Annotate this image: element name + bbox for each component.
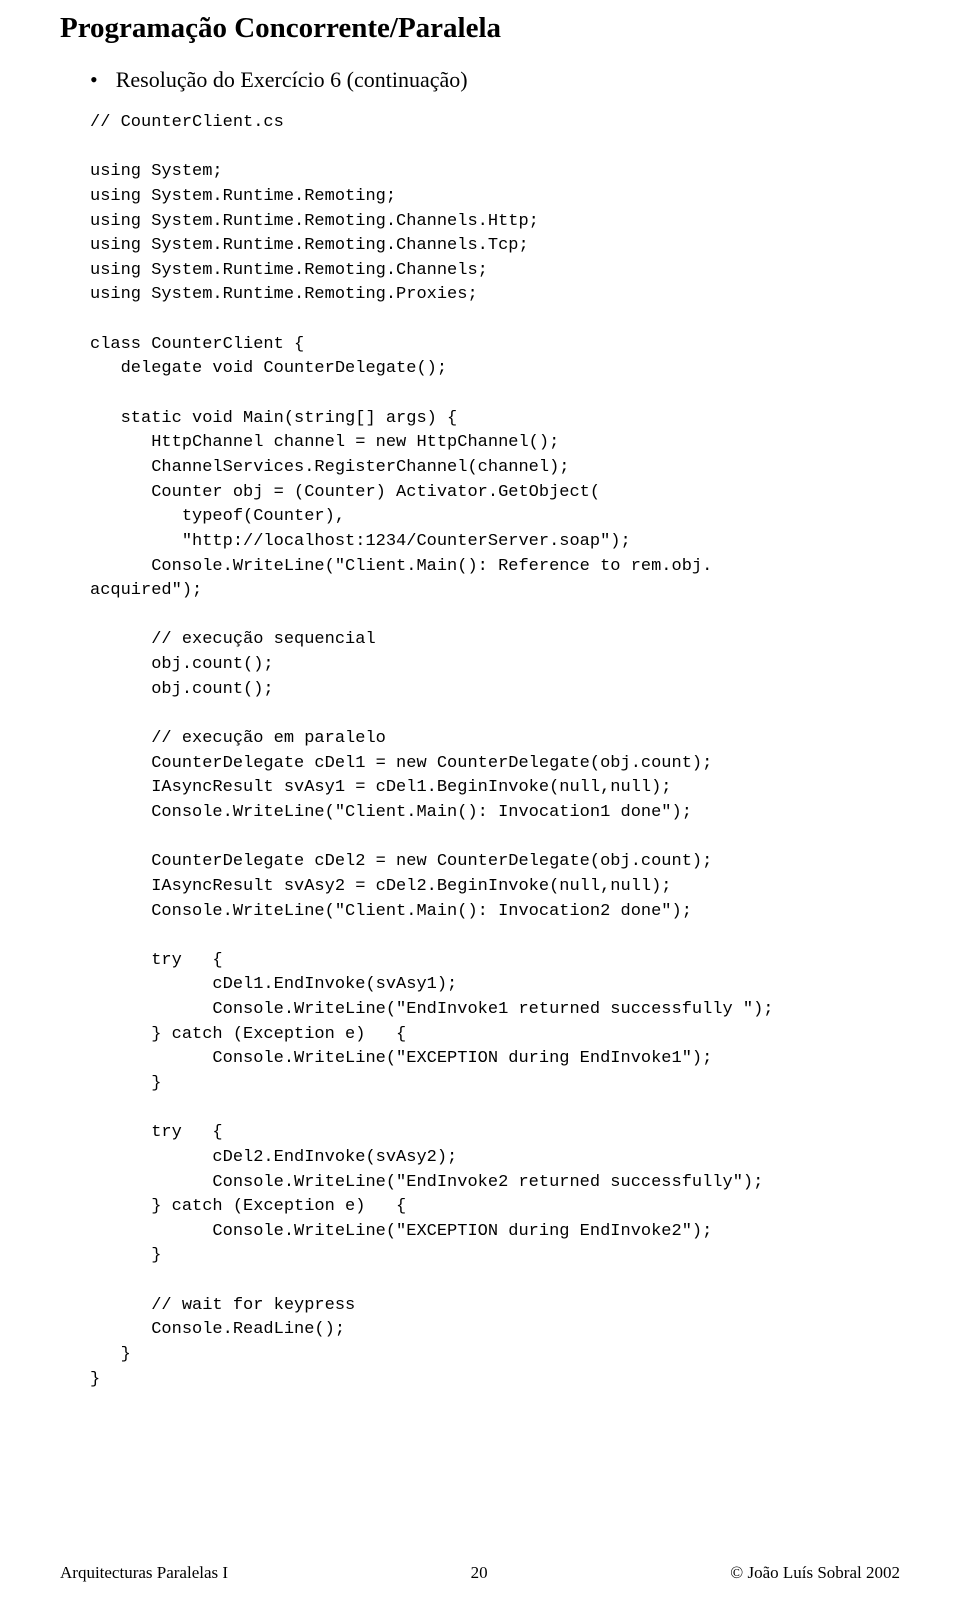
bullet-block: • Resolução do Exercício 6 (continuação) [90,67,900,93]
bullet-row: • Resolução do Exercício 6 (continuação) [90,67,900,93]
footer-page-number: 20 [471,1563,488,1583]
footer-left: Arquitecturas Paralelas I [60,1563,228,1583]
code-listing: // CounterClient.cs using System; using … [90,111,900,1392]
page-title: Programação Concorrente/Paralela [60,12,900,45]
bullet-text: Resolução do Exercício 6 (continuação) [116,67,468,93]
page: Programação Concorrente/Paralela • Resol… [0,0,960,1611]
footer-right: © João Luís Sobral 2002 [730,1563,900,1583]
bullet-icon: • [90,69,98,91]
footer: Arquitecturas Paralelas I 20 © João Luís… [60,1563,900,1583]
